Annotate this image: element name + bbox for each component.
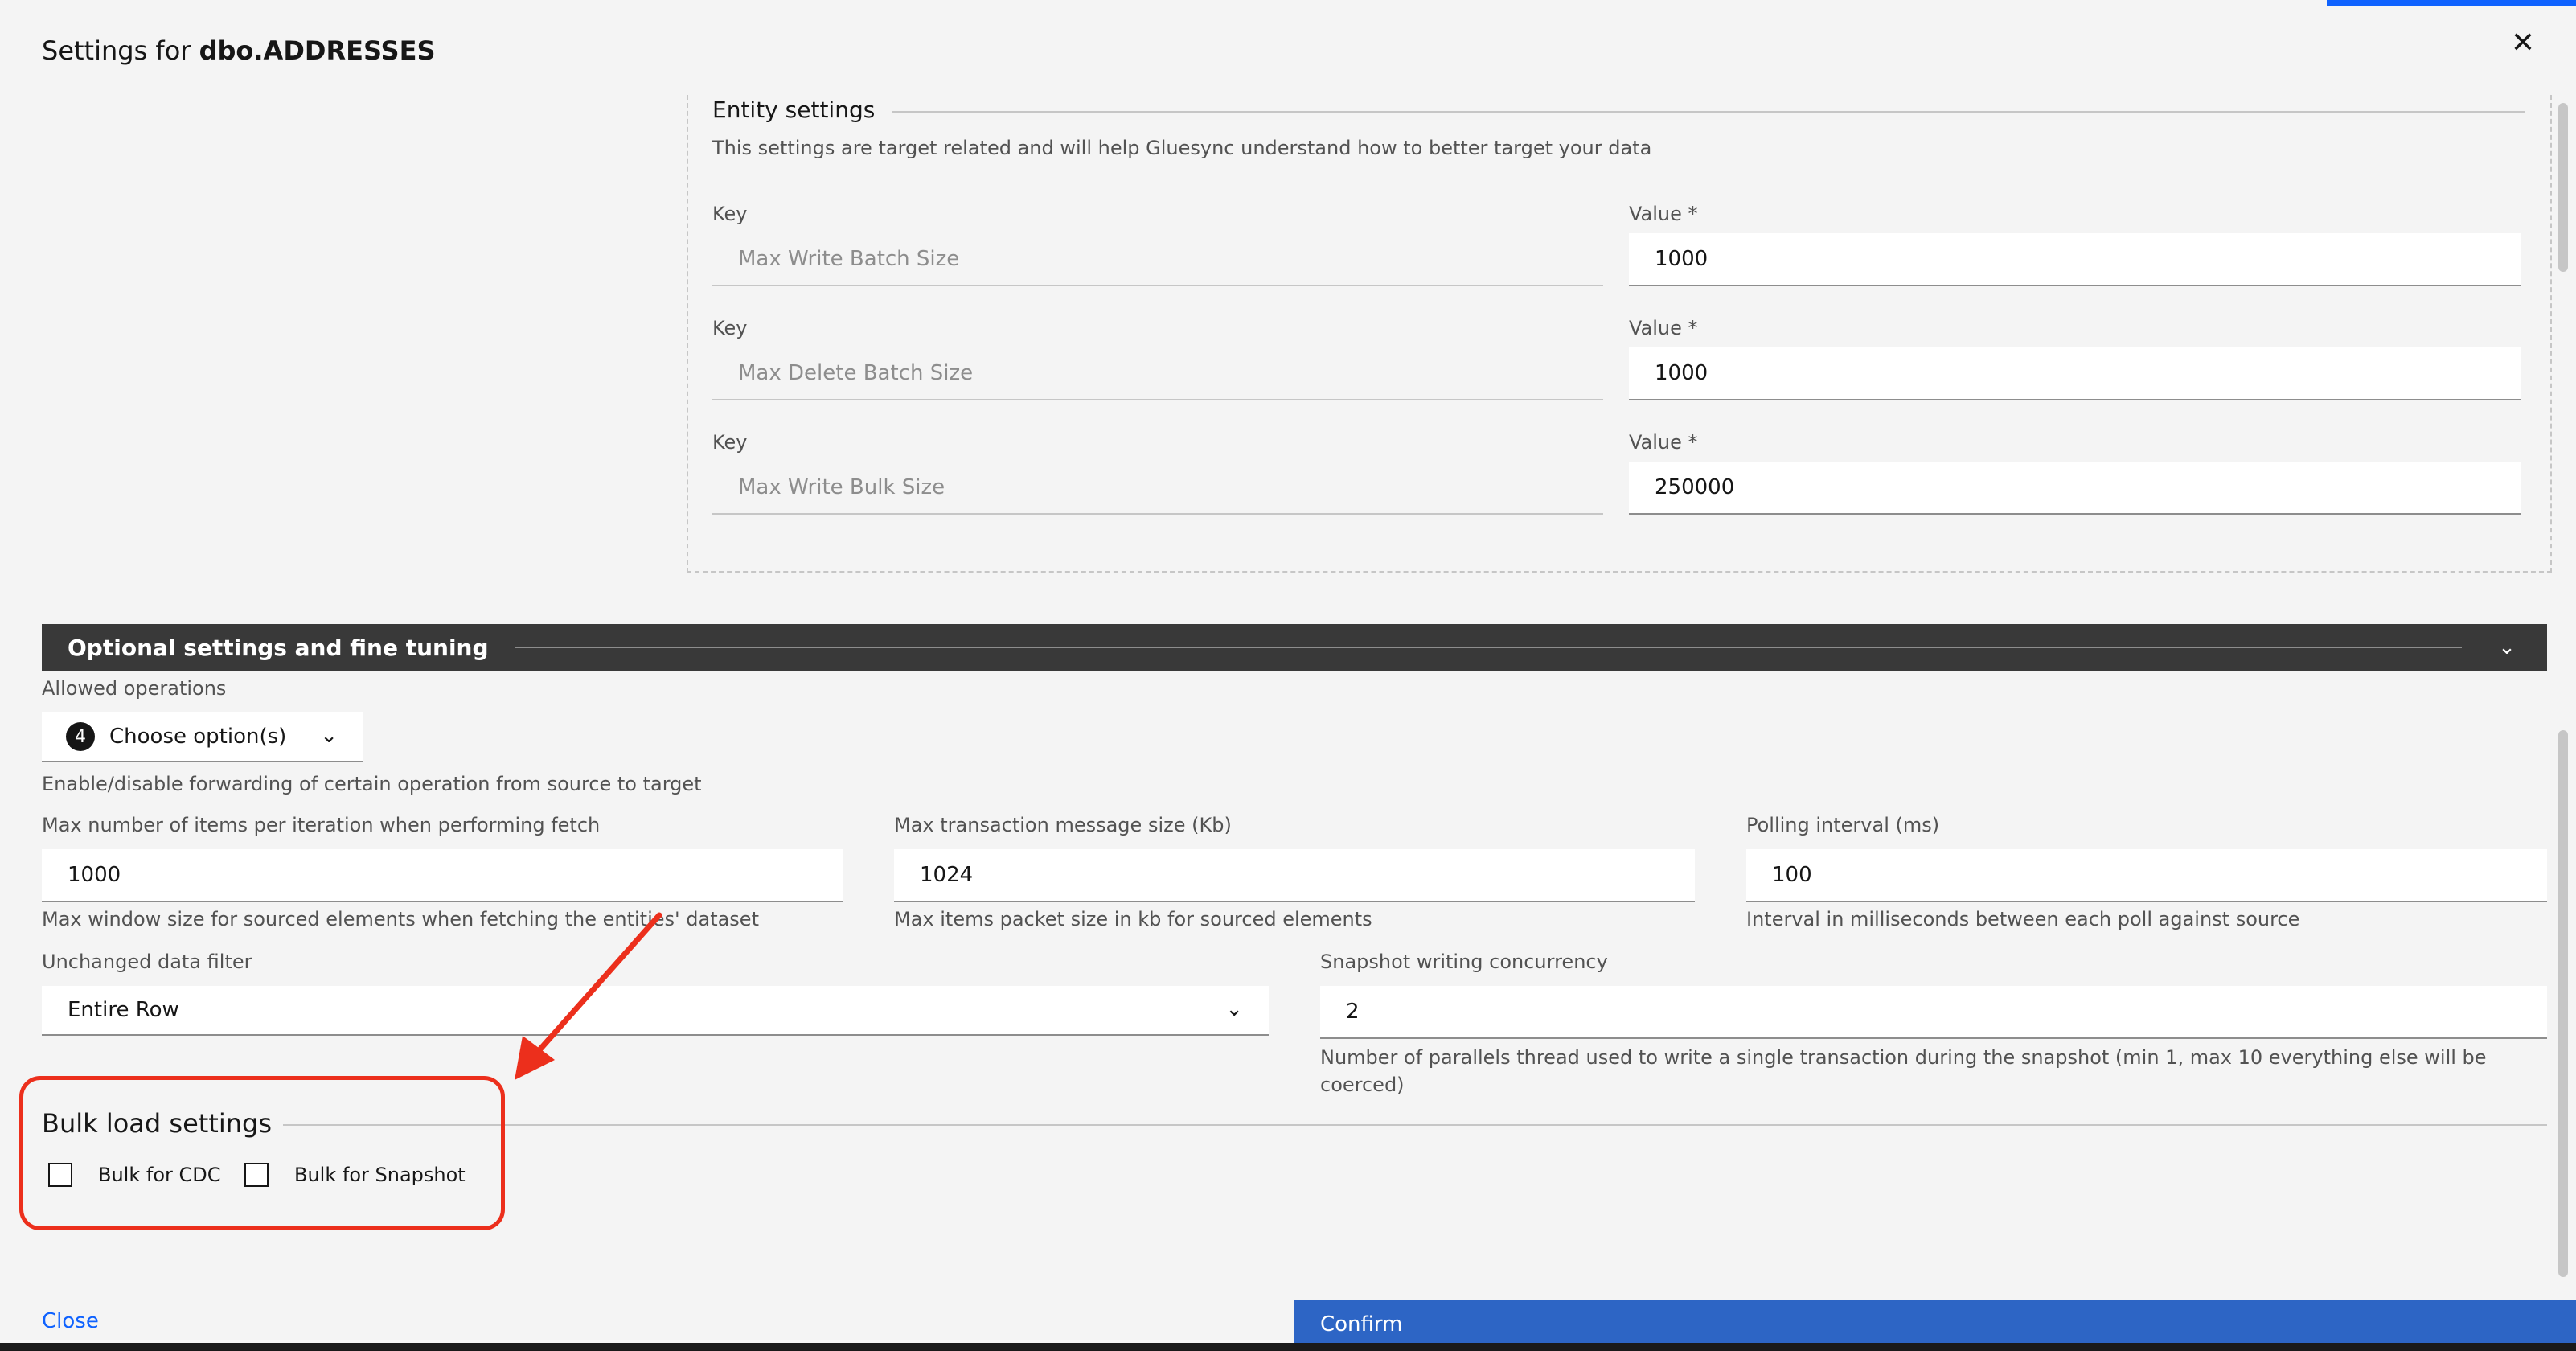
max-message-size-label: Max transaction message size (Kb)	[894, 814, 1232, 836]
max-message-size-input[interactable]: 1024	[894, 849, 1695, 902]
modal-title: Settings for dbo.ADDRESSES	[42, 35, 436, 66]
polling-interval-input[interactable]: 100	[1746, 849, 2547, 902]
allowed-operations-helper: Enable/disable forwarding of certain ope…	[42, 773, 702, 795]
key-field-max-write-bulk-size: Max Write Bulk Size	[712, 462, 1603, 515]
polling-interval-helper: Interval in milliseconds between each po…	[1746, 908, 2300, 930]
max-message-size-helper: Max items packet size in kb for sourced …	[894, 908, 1372, 930]
snapshot-concurrency-helper: Number of parallels thread used to write…	[1320, 1046, 2487, 1096]
value-label: Value *	[1629, 317, 1698, 339]
value-label: Value *	[1629, 431, 1698, 454]
settings-modal: Settings for dbo.ADDRESSES ✕ Entity sett…	[0, 6, 2576, 1349]
allowed-operations-label: Allowed operations	[42, 677, 227, 700]
bulk-load-divider	[283, 1124, 2547, 1126]
snapshot-concurrency-label: Snapshot writing concurrency	[1320, 951, 1608, 973]
accordion-divider	[514, 647, 2462, 648]
key-label: Key	[712, 203, 748, 225]
unchanged-filter-value: Entire Row	[68, 998, 179, 1022]
selected-count-badge: 4	[66, 722, 95, 751]
modal-title-entity: dbo.ADDRESSES	[199, 35, 436, 66]
confirm-button[interactable]: Confirm	[1294, 1300, 2576, 1349]
chevron-down-icon: ⌄	[1225, 997, 1243, 1021]
allowed-operations-placeholder: Choose option(s)	[109, 725, 287, 749]
annotation-arrow-icon	[515, 912, 662, 1080]
close-button[interactable]: Close	[42, 1309, 99, 1333]
value-field-max-write-batch-size[interactable]: 1000	[1629, 233, 2521, 286]
key-field-max-write-batch-size: Max Write Batch Size	[712, 233, 1603, 286]
max-items-input[interactable]: 1000	[42, 849, 843, 902]
chevron-down-icon[interactable]: ⌄	[2491, 635, 2523, 659]
entity-settings-divider	[892, 111, 2525, 113]
value-label: Value *	[1629, 203, 1698, 225]
entity-settings-description: This settings are target related and wil…	[712, 137, 1652, 159]
close-icon[interactable]: ✕	[2505, 26, 2541, 61]
polling-interval-label: Polling interval (ms)	[1746, 814, 1940, 836]
chevron-down-icon: ⌄	[320, 724, 338, 748]
scrollbar-thumb-upper[interactable]	[2558, 103, 2568, 272]
accordion-title: Optional settings and fine tuning	[68, 634, 489, 661]
value-field-max-write-bulk-size[interactable]: 250000	[1629, 462, 2521, 515]
max-items-label: Max number of items per iteration when p…	[42, 814, 601, 836]
value-field-max-delete-batch-size[interactable]: 1000	[1629, 347, 2521, 400]
annotation-highlight-box	[19, 1076, 505, 1230]
scrollbar-thumb[interactable]	[2558, 730, 2568, 1277]
allowed-operations-multiselect[interactable]: 4 Choose option(s) ⌄	[42, 712, 363, 762]
optional-settings-accordion[interactable]: Optional settings and fine tuning ⌄	[42, 624, 2547, 671]
entity-settings-title: Entity settings	[712, 96, 876, 123]
bottom-strip	[0, 1343, 2576, 1351]
key-label: Key	[712, 317, 748, 339]
key-field-max-delete-batch-size: Max Delete Batch Size	[712, 347, 1603, 400]
unchanged-filter-label: Unchanged data filter	[42, 951, 252, 973]
snapshot-concurrency-input[interactable]: 2	[1320, 986, 2547, 1039]
key-label: Key	[712, 431, 748, 454]
